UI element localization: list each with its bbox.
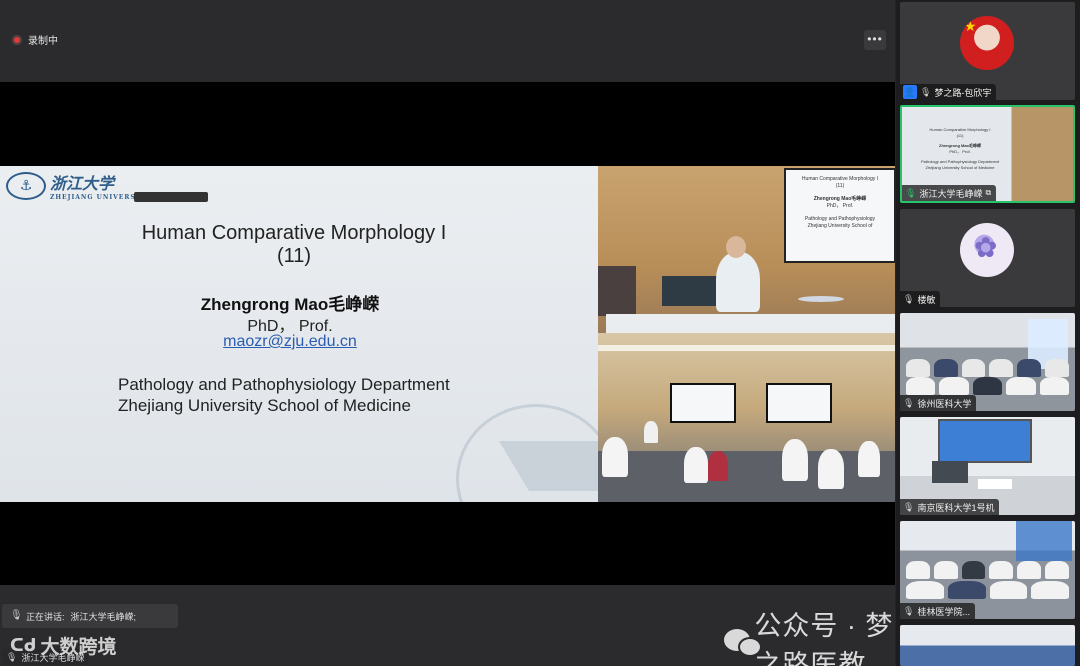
user-icon: 👤 [903,85,917,99]
avatar [960,16,1014,70]
meeting-window: 录制中 ••• ⚓ 浙江大学 ZHEJIANG UNIVERSITY Human… [0,0,1080,666]
participant-tile[interactable]: 🎙 南京医科大学1号机 [900,417,1075,515]
wechat-icon [724,627,762,659]
speaking-name: 浙江大学毛峥嵘; [70,611,137,622]
brand-logo-icon: ᑕᑯ [10,635,37,656]
shared-content: ⚓ 浙江大学 ZHEJIANG UNIVERSITY Human Compara… [0,166,895,585]
classroom-screen-right [766,383,832,423]
participant-tile[interactable]: 🎙 桂林医学院... [900,521,1075,619]
lab-screen [938,419,1032,463]
microphone-icon: 🎙 [903,397,915,408]
watermark-right: 公众号 · 梦之路医教 [724,604,895,666]
university-emblem-icon: ⚓ [6,171,46,200]
recording-label: 录制中 [28,36,58,47]
participant-tile[interactable]: 🎙 徐州医科大学 [900,313,1075,411]
university-logo: ⚓ 浙江大学 ZHEJIANG UNIVERSITY [6,170,150,201]
participant-tile[interactable]: 🎙 楼敏 [900,209,1075,307]
participant-tile-partial[interactable] [900,625,1075,666]
screen-share-icon: ⧉ [985,188,992,197]
lecture-room-screen: Human Comparative Morphology I (11) Zhen… [784,168,895,263]
speaking-label: 正在讲话: [26,611,65,622]
microphone-icon: 🎙 [903,605,915,616]
avatar [960,223,1014,277]
main-stage: 录制中 ••• ⚓ 浙江大学 ZHEJIANG UNIVERSITY Human… [0,0,895,666]
participant-tile-active[interactable]: Human Comparative Morphology I (11) Zhen… [900,105,1075,203]
recording-indicator[interactable]: 录制中 [12,32,58,47]
microphone-icon: 🎙 [10,610,23,621]
participants-panel[interactable]: 👤 🎙 梦之路-包欣宇 Human Comparative Morphology… [896,0,1080,666]
more-options-button[interactable]: ••• [864,30,886,50]
record-dot-icon [12,34,22,45]
classroom-camera [598,333,895,502]
classroom-screen-left [670,383,736,423]
lecturer-camera: Human Comparative Morphology I (11) Zhen… [598,166,895,333]
lecturer [716,252,760,312]
slide-mini-toolbar [134,192,208,202]
microphone-muted-icon: 🎙 [920,86,932,97]
slide-watermark-emblem [456,404,598,502]
slide-title: Human Comparative Morphology I (11) [141,222,447,267]
shared-screen: ⚓ 浙江大学 ZHEJIANG UNIVERSITY Human Compara… [0,82,895,585]
slide-email-link[interactable]: maozr@zju.edu.cn [0,333,580,351]
watermark-left: ᑕᑯ 大数跨境 [10,635,117,659]
presentation-slide: ⚓ 浙江大学 ZHEJIANG UNIVERSITY Human Compara… [0,166,598,502]
participant-tile[interactable]: 👤 🎙 梦之路-包欣宇 [900,2,1075,100]
slide-department: Pathology and Pathophysiology Department… [118,375,450,415]
camera-feeds: Human Comparative Morphology I (11) Zhen… [598,166,895,502]
active-speaker-bar: 🎙 正在讲话: 浙江大学毛峥嵘; [2,604,178,628]
microphone-active-icon: 🎙 [905,187,917,198]
microphone-icon: 🎙 [903,501,915,512]
logo-chinese-name: 浙江大学 [50,174,115,193]
microphone-muted-icon: 🎙 [903,293,915,304]
